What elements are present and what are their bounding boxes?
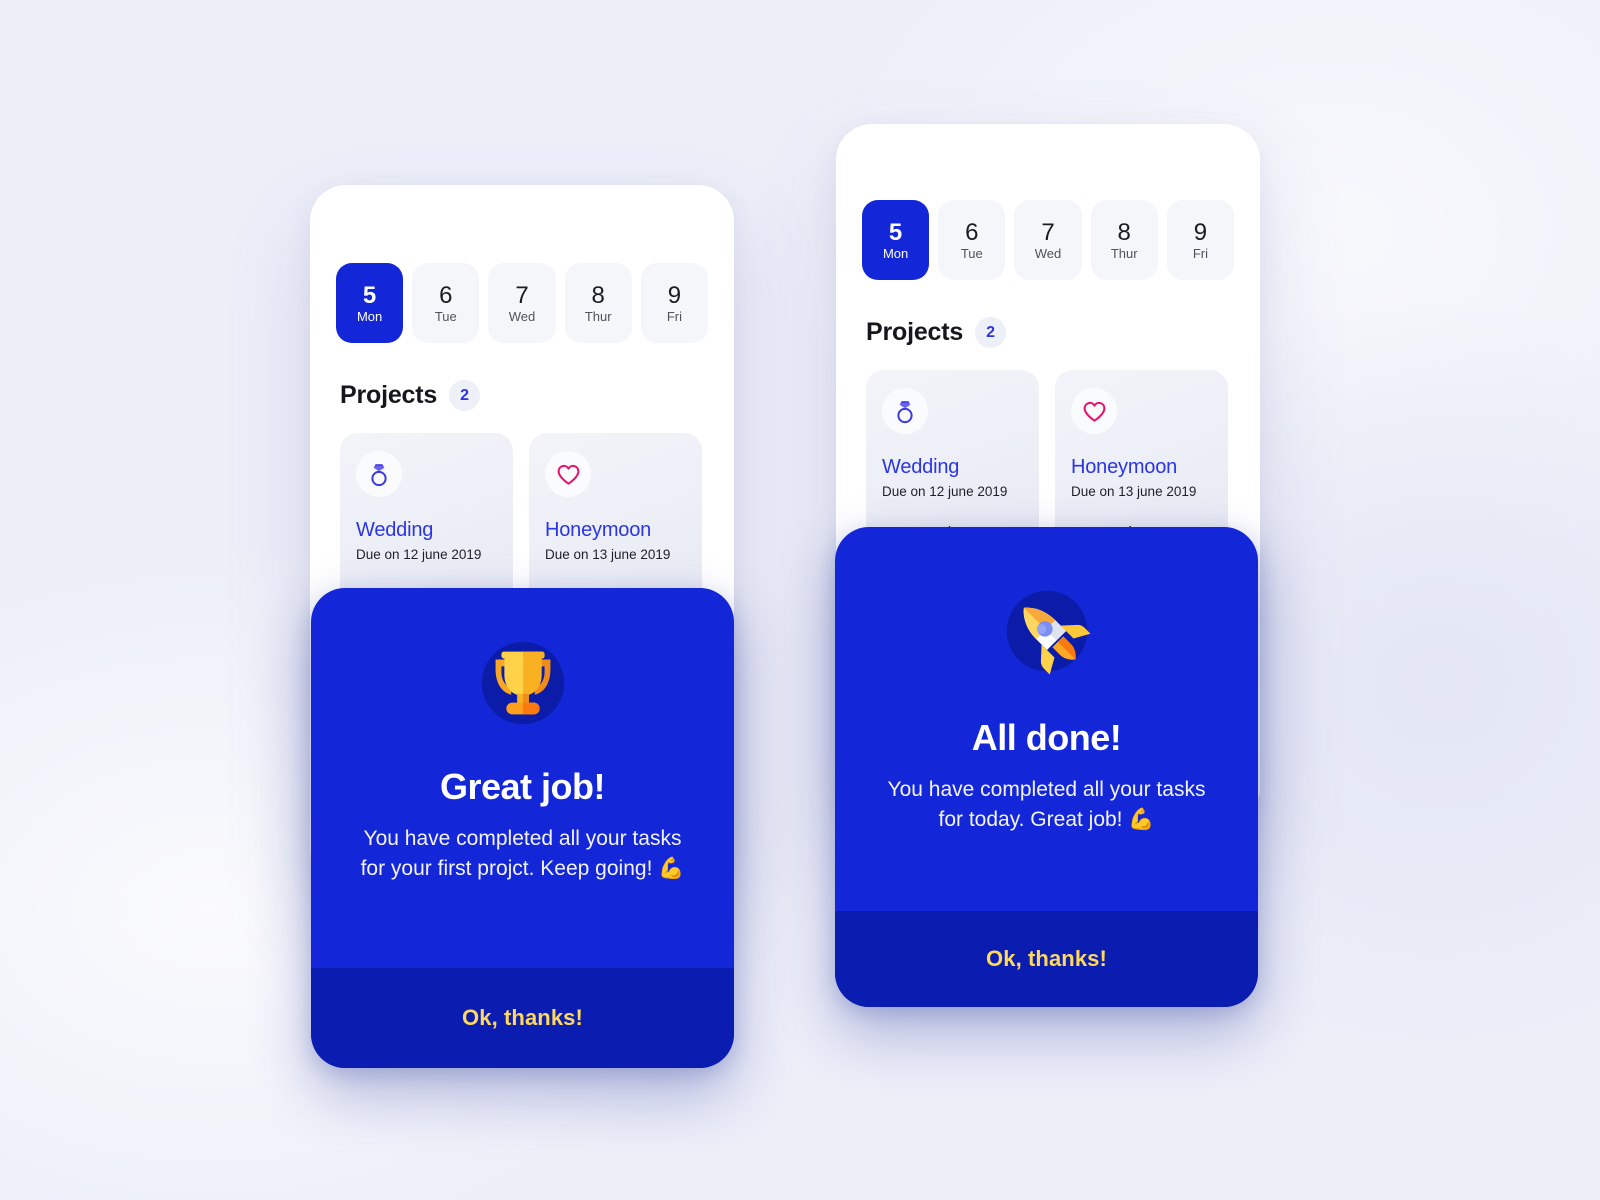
projects-count-badge: 2 — [975, 317, 1007, 348]
date-chip-9-fri[interactable]: 9 Fri — [1166, 200, 1235, 280]
ok-thanks-button-left[interactable]: Ok, thanks! — [311, 968, 734, 1068]
projects-title: Projects — [340, 381, 438, 409]
date-number: 8 — [1117, 218, 1131, 246]
modal-title: Great job! — [439, 766, 606, 807]
date-weekday: Wed — [1034, 245, 1062, 261]
ok-thanks-label: Ok, thanks! — [986, 946, 1107, 971]
date-weekday: Thur — [584, 308, 612, 324]
date-chip-8-thur[interactable]: 8 Thur — [1090, 200, 1158, 280]
projects-count-badge: 2 — [449, 380, 481, 411]
phone-content-left: 5 Mon 6 Tue 7 Wed 8 Thur 9 Fri Projects … — [310, 185, 734, 643]
heart-icon — [545, 451, 591, 497]
date-number: 6 — [439, 281, 453, 309]
date-chip-7-wed[interactable]: 7 Wed — [1014, 200, 1082, 280]
modal-body-left: Great job! You have completed all your t… — [311, 588, 734, 968]
date-weekday: Fri — [1192, 245, 1208, 261]
date-number: 9 — [1193, 218, 1208, 246]
date-weekday: Fri — [666, 308, 682, 324]
date-number: 8 — [591, 281, 605, 309]
project-name: Wedding — [882, 456, 960, 478]
project-name: Honeymoon — [545, 519, 652, 541]
date-weekday: Tue — [960, 245, 983, 261]
modal-message: You have completed all your tasks for yo… — [360, 827, 685, 881]
date-chip-9-fri[interactable]: 9 Fri — [640, 263, 709, 343]
project-due-date: Due on 12 june 2019 — [356, 547, 482, 562]
project-due-date: Due on 13 june 2019 — [1071, 484, 1197, 499]
modal-body-right: All done! You have completed all your ta… — [835, 527, 1258, 911]
project-due-date: Due on 12 june 2019 — [882, 484, 1008, 499]
date-weekday: Mon — [356, 308, 383, 324]
date-weekday: Tue — [434, 308, 457, 324]
heart-icon — [1071, 388, 1117, 434]
date-chip-7-wed[interactable]: 7 Wed — [488, 263, 556, 343]
date-chip-6-tue[interactable]: 6 Tue — [412, 263, 480, 343]
ring-icon — [882, 388, 928, 434]
trophy-icon — [474, 634, 572, 732]
date-number: 5 — [888, 218, 903, 246]
modal-all-done: All done! You have completed all your ta… — [835, 527, 1258, 1007]
date-chip-6-tue[interactable]: 6 Tue — [938, 200, 1006, 280]
phone-content-right: 5 Mon 6 Tue 7 Wed 8 Thur 9 Fri Projects … — [836, 124, 1260, 580]
ring-icon — [356, 451, 402, 497]
project-due-date: Due on 13 june 2019 — [545, 547, 671, 562]
modal-message: You have completed all your tasks for to… — [887, 778, 1206, 832]
date-weekday: Thur — [1110, 245, 1138, 261]
date-weekday: Wed — [508, 308, 536, 324]
date-number: 7 — [515, 281, 529, 309]
ok-thanks-button-right[interactable]: Ok, thanks! — [835, 911, 1258, 1007]
date-number: 9 — [667, 281, 682, 309]
ok-thanks-label: Ok, thanks! — [462, 1005, 583, 1030]
canvas: 5 Mon 6 Tue 7 Wed 8 Thur 9 Fri Projects … — [0, 0, 1600, 1200]
project-name: Honeymoon — [1071, 456, 1178, 478]
rocket-icon — [999, 583, 1095, 679]
date-weekday: Mon — [882, 245, 909, 261]
date-chip-5-mon[interactable]: 5 Mon — [862, 200, 930, 280]
project-name: Wedding — [356, 519, 434, 541]
projects-header: Projects 2 — [336, 380, 708, 411]
date-chip-8-thur[interactable]: 8 Thur — [564, 263, 632, 343]
modal-great-job: Great job! You have completed all your t… — [311, 588, 734, 1068]
projects-header: Projects 2 — [862, 317, 1234, 348]
date-chip-5-mon[interactable]: 5 Mon — [336, 263, 404, 343]
date-selector-left[interactable]: 5 Mon 6 Tue 7 Wed 8 Thur 9 Fri — [336, 263, 709, 343]
date-number: 7 — [1041, 218, 1055, 246]
date-number: 6 — [965, 218, 979, 246]
modal-title: All done! — [971, 717, 1122, 758]
projects-title: Projects — [866, 318, 964, 346]
date-selector-right[interactable]: 5 Mon 6 Tue 7 Wed 8 Thur 9 Fri — [862, 200, 1235, 280]
date-number: 5 — [362, 281, 377, 309]
